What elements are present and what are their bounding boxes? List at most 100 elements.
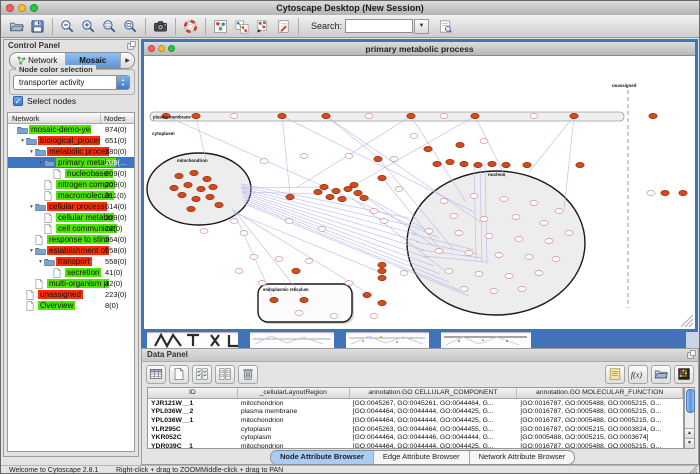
table-cell: YLR295C: [148, 426, 238, 433]
network-window-titlebar[interactable]: primary metabolic process: [144, 42, 695, 56]
resize-grip[interactable]: [687, 465, 698, 474]
select-nodes-label: Select nodes: [27, 96, 76, 106]
tab-edge-attribute-browser[interactable]: Edge Attribute Browser: [373, 451, 469, 464]
tree-row-count: 280(0): [105, 147, 127, 156]
disclosure-triangle-icon[interactable]: ▾: [37, 160, 44, 166]
float-panel-button[interactable]: [687, 350, 696, 359]
delete-attribute-button[interactable]: [238, 365, 258, 384]
scroll-down-button[interactable]: ▼: [685, 438, 694, 448]
file-icon: [44, 213, 56, 223]
tree-row-biological-process[interactable]: ▾biological_process651(0): [8, 135, 134, 146]
zoom-out-button[interactable]: [57, 17, 78, 36]
tree-row-count: 209(0): [105, 180, 127, 189]
tree-row-cellular-process[interactable]: ▾cellular process614(0): [8, 201, 134, 212]
tree-column-network[interactable]: Network: [12, 114, 40, 123]
table-cell: YDR039C__1: [148, 443, 238, 449]
table-cell: YPL036W__2: [148, 408, 238, 415]
float-panel-button[interactable]: [127, 41, 136, 50]
scrollbar-thumb[interactable]: [686, 389, 695, 413]
folder-icon: [35, 247, 47, 255]
tree-row-secretion[interactable]: secretion41(0): [8, 267, 134, 278]
disclosure-triangle-icon[interactable]: ▾: [28, 204, 35, 210]
table-row-ypl036w__1[interactable]: YPL036W__1mitochondrion[GO:0044464, GO:0…: [148, 416, 683, 425]
disclosure-triangle-icon[interactable]: ▾: [37, 259, 44, 265]
table-row-ydr039c__1[interactable]: YDR039C__1mitochondrion[GO:0044464, GO:0…: [148, 442, 683, 449]
tree-row-transport[interactable]: ▾transport558(0): [8, 256, 134, 267]
search-input[interactable]: [345, 19, 413, 33]
save-button[interactable]: [27, 17, 48, 36]
table-scrollbar[interactable]: ▲ ▼: [684, 387, 695, 449]
attribute-table[interactable]: ID_cellularLayoutRegionannotation.GO CEL…: [147, 387, 684, 449]
network-canvas[interactable]: plasma membranecytoplasmmitochondrionnuc…: [144, 56, 695, 330]
scroll-up-button[interactable]: ▲: [685, 428, 694, 438]
disclosure-triangle-icon[interactable]: ▾: [28, 248, 35, 254]
tree-row-unassigned[interactable]: unassigned223(0): [8, 289, 134, 300]
data-panel-title: Data Panel: [147, 350, 188, 359]
tree-row-nucleobase-[interactable]: nucleobase-209(0): [8, 168, 134, 179]
formula-builder-button[interactable]: f(x): [628, 365, 648, 384]
import-attributes-button[interactable]: [651, 365, 671, 384]
tree-row-primary-metabo[interactable]: ▾primary metabo209(...: [8, 157, 134, 168]
heatmap-view-button[interactable]: [674, 365, 694, 384]
folder-icon: [44, 159, 56, 167]
select-nodes-checkbox[interactable]: ✓: [13, 96, 23, 106]
column-header[interactable]: _cellularLayoutRegion: [238, 388, 350, 398]
help-lifering-button[interactable]: [180, 17, 201, 36]
delete-attribute-icon: [241, 367, 255, 381]
file-icon: [44, 191, 56, 201]
tree-column-nodes[interactable]: Nodes: [100, 114, 126, 123]
zoom-out-icon: [60, 19, 75, 34]
zoom-in-icon: [81, 19, 96, 34]
tree-row-macromolecule[interactable]: macromolecule311(0): [8, 190, 134, 201]
tree-row-cellular-metabo[interactable]: cellular metabo209(0): [8, 212, 134, 223]
import-network-button[interactable]: [252, 17, 273, 36]
annotation-button[interactable]: [273, 17, 294, 36]
snapshot-camera-button[interactable]: [150, 17, 171, 36]
zoom-selected-button[interactable]: [99, 17, 120, 36]
zoom-selected-icon: [102, 19, 117, 34]
tree-row-overview[interactable]: Overview8(0): [8, 300, 134, 311]
new-attribute-button[interactable]: [169, 365, 189, 384]
table-row-yjr121w__1[interactable]: YJR121W__1mitochondrion[GO:0045267, GO:0…: [148, 399, 683, 408]
disclosure-triangle-icon[interactable]: ▾: [28, 149, 35, 155]
annotation-notes-button[interactable]: [605, 365, 625, 384]
column-header[interactable]: ID: [148, 388, 238, 398]
select-attributes-button[interactable]: [192, 365, 212, 384]
annotation-notes-icon: [608, 367, 622, 381]
disclosure-triangle-icon[interactable]: ▾: [19, 138, 26, 144]
table-row-ypl036w__2[interactable]: YPL036W__2plasma membrane[GO:0044464, GO…: [148, 408, 683, 417]
search-config-button[interactable]: [435, 17, 456, 36]
tab-network-attribute-browser[interactable]: Network Attribute Browser: [469, 451, 575, 464]
tab-node-attribute-browser[interactable]: Node Attribute Browser: [271, 451, 373, 464]
create-network-button[interactable]: [231, 17, 252, 36]
tree-row-count: 42(0): [105, 279, 123, 288]
snapshot-camera-icon: [153, 19, 168, 34]
tree-row-metabolic-process[interactable]: ▾metabolic process280(0): [8, 146, 134, 157]
tree-row-establishment-of-lo[interactable]: ▾establishment of lo558(0): [8, 245, 134, 256]
unselect-attributes-button[interactable]: [215, 365, 235, 384]
node-color-dropdown[interactable]: transporter activity ▲▼: [13, 75, 130, 90]
tree-row-nitrogen-compo[interactable]: nitrogen compo209(0): [8, 179, 134, 190]
vizmapper-button[interactable]: [210, 17, 231, 36]
tree-row-response-to-stimulu[interactable]: response to stimulu264(0): [8, 234, 134, 245]
svg-text:unassigned: unassigned: [612, 83, 637, 88]
tree-row-multi-organism-pro[interactable]: multi-organism pro42(0): [8, 278, 134, 289]
table-cell: mitochondrion: [238, 417, 350, 424]
attribute-table-button[interactable]: [146, 365, 166, 384]
column-header[interactable]: annotation.GO CELLULAR_COMPONENT: [350, 388, 518, 398]
open-file-button[interactable]: [6, 17, 27, 36]
column-header[interactable]: annotation.GO MOLECULAR_FUNCTION: [517, 388, 683, 398]
zoom-fit-button[interactable]: [120, 17, 141, 36]
tree-row-label: transport: [56, 257, 92, 266]
table-cell: [GO:0044464, GO:0044444, GO:0044425, G..…: [350, 443, 518, 449]
search-dropdown-button[interactable]: ▼: [414, 19, 429, 34]
table-row-ykr052c[interactable]: YKR052Ccytoplasm[GO:0044464, GO:0044446,…: [148, 433, 683, 442]
zoom-in-button[interactable]: [78, 17, 99, 36]
tabs-overflow-button[interactable]: ▶: [120, 53, 134, 68]
attribute-toolbar-left: [146, 365, 258, 384]
tree-row-mosaic-demo-yeast[interactable]: mosaic-demo-yeast874(0): [8, 124, 134, 135]
table-cell: YJR121W__1: [148, 400, 238, 407]
tree-row-label: establishment of lo: [47, 246, 109, 255]
table-row-ylr295c[interactable]: YLR295Ccytoplasm[GO:0045263, GO:0044464,…: [148, 425, 683, 434]
tree-row-cell-communicat[interactable]: cell communicat22(0): [8, 223, 134, 234]
